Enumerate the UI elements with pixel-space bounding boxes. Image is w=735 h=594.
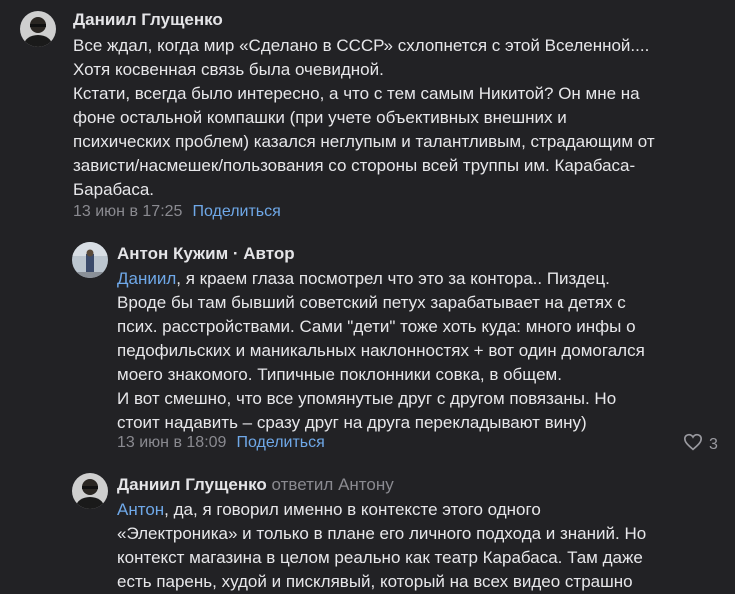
text-line: псих. расстройствами. Сами "дети" тоже х…: [117, 317, 636, 336]
text-line: моего знакомого. Типичные поклонники сов…: [117, 365, 562, 384]
text-line: стоит надавить – сразу друг на друга пер…: [117, 413, 587, 432]
text-line: зависти/насмешек/пользования со стороны …: [73, 156, 636, 175]
text-line: педофильских и маникальных наклонностях …: [117, 341, 645, 360]
text-line: Барабаса.: [73, 180, 154, 199]
comment-text: Антон, да, я говорил именно в контексте …: [117, 498, 646, 594]
heart-icon: [683, 433, 703, 456]
text-line: Хотя косвенная связь была очевидной.: [73, 60, 384, 79]
text-line-rest: , да, я говорил именно в контексте этого…: [164, 500, 541, 519]
mention-link[interactable]: Даниил: [117, 269, 176, 288]
text-line: фоне остальной компашки (при учете объек…: [73, 108, 567, 127]
author-name[interactable]: Антон Кужим: [117, 244, 228, 263]
text-line-rest: , я краем глаза посмотрел что это за кон…: [176, 269, 610, 288]
comment-meta: 13 июн в 17:25 Поделиться: [73, 203, 281, 221]
mention-link[interactable]: Антон: [117, 500, 164, 519]
avatar[interactable]: [72, 242, 108, 278]
replied-to[interactable]: ответил Антону: [272, 475, 394, 494]
like-button[interactable]: 3: [683, 433, 718, 456]
share-button[interactable]: Поделиться: [192, 203, 280, 220]
text-line: «Электроника» и только в плане его лично…: [117, 524, 647, 543]
text-line: Кстати, всегда было интересно, а что с т…: [73, 84, 640, 103]
comment-author[interactable]: Даниил Глущенко ответил Антону: [117, 475, 394, 495]
comment-date[interactable]: 13 июн в 18:09: [117, 434, 226, 451]
text-line: И вот смешно, что все упомянутые друг с …: [117, 389, 617, 408]
text-line: контекст магазина в целом реально как те…: [117, 548, 643, 567]
text-line: Антон, да, я говорил именно в контексте …: [117, 498, 646, 522]
comment-author[interactable]: Антон Кужим · Автор: [117, 244, 295, 264]
author-badge: Автор: [243, 244, 295, 263]
comment-author[interactable]: Даниил Глущенко: [73, 10, 223, 30]
text-line: психических проблем) казался неглупым и …: [73, 132, 655, 151]
share-button[interactable]: Поделиться: [236, 434, 324, 451]
comment-meta: 13 июн в 18:09 Поделиться: [117, 434, 325, 452]
avatar[interactable]: [72, 473, 108, 509]
text-line: Даниил, я краем глаза посмотрел что это …: [117, 267, 645, 291]
comment-text: Даниил, я краем глаза посмотрел что это …: [117, 267, 645, 435]
text-line: Все ждал, когда мир «Сделано в СССР» схл…: [73, 36, 650, 55]
comment-date[interactable]: 13 июн в 17:25: [73, 203, 182, 220]
comment-text: Все ждал, когда мир «Сделано в СССР» схл…: [73, 34, 655, 202]
author-separator: ·: [228, 244, 244, 263]
text-line: есть парень, худой и писклявый, который …: [117, 572, 633, 591]
avatar[interactable]: [20, 11, 56, 47]
like-count: 3: [709, 435, 718, 453]
text-line: Вроде бы там бывший советский петух зара…: [117, 293, 626, 312]
author-name[interactable]: Даниил Глущенко: [117, 475, 267, 494]
